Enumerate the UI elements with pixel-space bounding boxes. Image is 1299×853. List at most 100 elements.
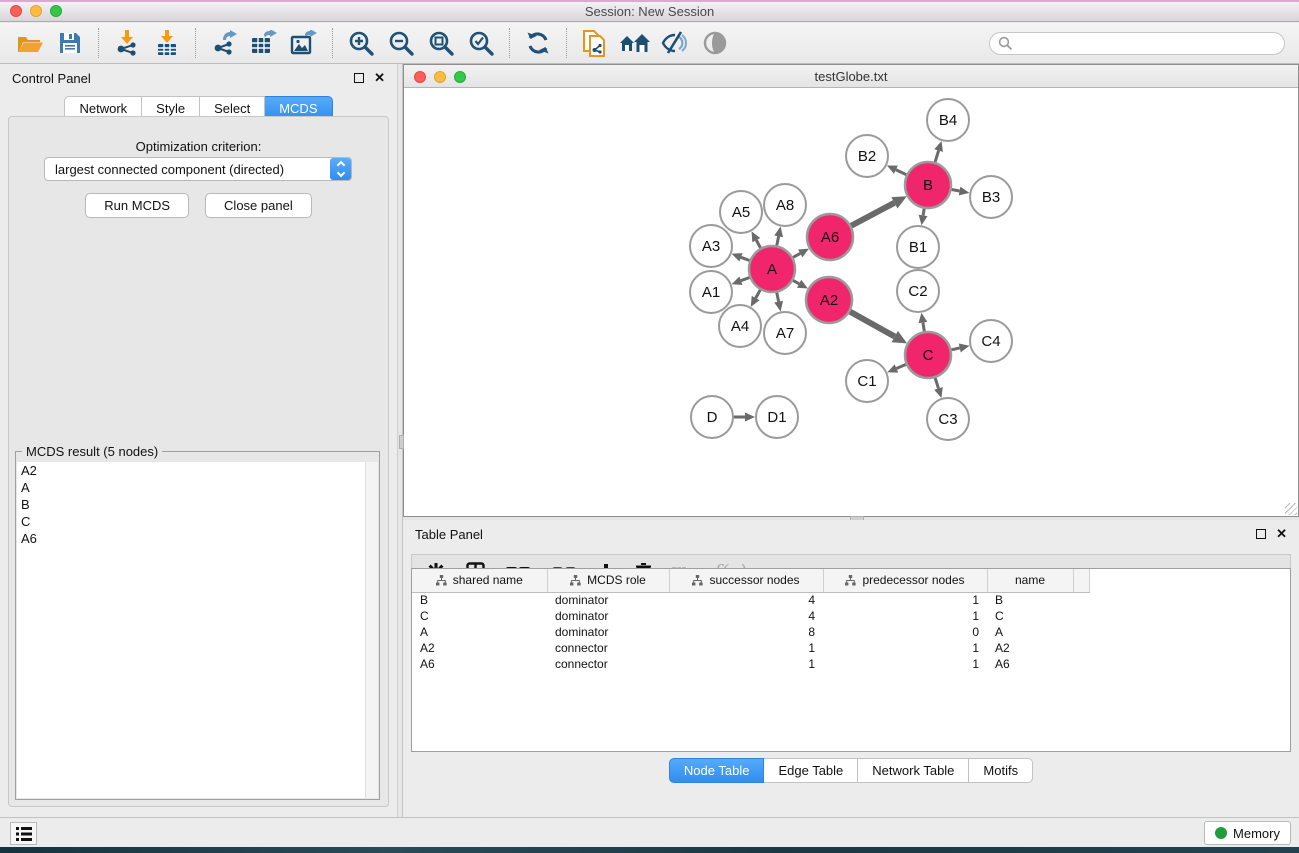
- memory-status-icon: [1215, 827, 1227, 839]
- node-A6[interactable]: A6: [807, 214, 853, 260]
- network-window-title-bar[interactable]: testGlobe.txt: [404, 65, 1298, 88]
- table-row[interactable]: A6connector11A6: [412, 656, 1089, 672]
- toolbar-separator: [566, 28, 567, 58]
- column-header[interactable]: name: [987, 569, 1073, 592]
- result-scrollbar[interactable]: [365, 462, 378, 798]
- export-network-icon[interactable]: [204, 26, 244, 60]
- home-view-icon[interactable]: [615, 26, 655, 60]
- control-panel-header: Control Panel ✕: [0, 64, 397, 92]
- table-row[interactable]: A2connector11A2: [412, 640, 1089, 656]
- edge-C-C3[interactable]: [934, 378, 943, 398]
- node-B[interactable]: B: [905, 162, 951, 208]
- node-D1[interactable]: D1: [756, 396, 798, 438]
- edge-B-B1[interactable]: [919, 209, 928, 226]
- search-box[interactable]: [989, 32, 1285, 55]
- edge-D-D1[interactable]: [734, 413, 755, 422]
- edge-A-A8[interactable]: [774, 227, 783, 246]
- import-table-icon[interactable]: [147, 26, 187, 60]
- export-image-icon[interactable]: [284, 26, 324, 60]
- save-session-icon[interactable]: [50, 26, 90, 60]
- open-file-icon[interactable]: [10, 26, 50, 60]
- edge-C-C4[interactable]: [951, 344, 969, 353]
- edge-A2-C[interactable]: [850, 312, 907, 344]
- edge-A-A5[interactable]: [752, 231, 761, 248]
- node-B2[interactable]: B2: [846, 135, 888, 177]
- left-scroll-handle[interactable]: [399, 435, 404, 449]
- edge-A-A4[interactable]: [751, 290, 760, 307]
- node-D[interactable]: D: [691, 396, 733, 438]
- zoom-fit-icon[interactable]: [421, 26, 461, 60]
- column-header[interactable]: MCDS role: [547, 569, 669, 592]
- edge-A-A2[interactable]: [793, 280, 808, 289]
- result-item[interactable]: A6: [17, 530, 378, 547]
- svg-text:A1: A1: [702, 284, 720, 301]
- edge-A-A6[interactable]: [793, 249, 809, 258]
- node-C[interactable]: C: [905, 332, 951, 378]
- export-table-icon[interactable]: [244, 26, 284, 60]
- edge-B-B2[interactable]: [887, 165, 906, 174]
- edge-A6-B[interactable]: [851, 196, 907, 226]
- node-A3[interactable]: A3: [690, 225, 732, 267]
- tab-edge-table[interactable]: Edge Table: [764, 758, 858, 783]
- memory-button[interactable]: Memory: [1204, 821, 1291, 845]
- edge-C-C2[interactable]: [918, 313, 927, 332]
- close-table-panel-icon[interactable]: ✕: [1276, 529, 1287, 539]
- edge-C-C1[interactable]: [887, 364, 906, 372]
- tab-node-table[interactable]: Node Table: [669, 758, 765, 783]
- node-A5[interactable]: A5: [720, 191, 762, 233]
- task-history-button[interactable]: [10, 822, 37, 845]
- close-panel-icon[interactable]: ✕: [374, 73, 385, 83]
- network-canvas[interactable]: B4 B2 B B3 A8A5 A6 A3 B1 A A1 C2 A2 A4A7 C4 C C1 C3 D D1: [404, 88, 1298, 516]
- import-network-icon[interactable]: [107, 26, 147, 60]
- column-header[interactable]: predecessor nodes: [823, 569, 987, 592]
- node-table[interactable]: shared nameMCDS rolesuccessor nodesprede…: [411, 568, 1291, 752]
- run-mcds-button[interactable]: Run MCDS: [85, 193, 189, 218]
- show-graphics-icon[interactable]: [695, 26, 735, 60]
- node-A1[interactable]: A1: [690, 271, 732, 313]
- table-row[interactable]: Cdominator41C: [412, 608, 1089, 624]
- svg-text:A3: A3: [702, 238, 720, 255]
- result-item[interactable]: C: [17, 513, 378, 530]
- edge-A-A1[interactable]: [732, 276, 750, 284]
- result-item[interactable]: A: [17, 479, 378, 496]
- edge-B-B4[interactable]: [934, 141, 943, 162]
- resize-grip-icon[interactable]: [1285, 503, 1297, 515]
- tab-motifs[interactable]: Motifs: [969, 758, 1033, 783]
- criterion-dropdown[interactable]: largest connected component (directed): [44, 157, 352, 181]
- table-row[interactable]: Adominator80A: [412, 624, 1089, 640]
- node-C4[interactable]: C4: [970, 320, 1012, 362]
- node-B1[interactable]: B1: [897, 226, 939, 268]
- zoom-in-icon[interactable]: [341, 26, 381, 60]
- float-table-panel-icon[interactable]: [1256, 529, 1266, 539]
- edge-B-B3[interactable]: [952, 187, 970, 196]
- node-A2[interactable]: A2: [806, 277, 852, 323]
- result-item[interactable]: B: [17, 496, 378, 513]
- column-header[interactable]: successor nodes: [669, 569, 823, 592]
- table-row[interactable]: Bdominator41B: [412, 592, 1089, 608]
- search-input[interactable]: [1013, 36, 1276, 50]
- zoom-selected-icon[interactable]: [461, 26, 501, 60]
- edge-A-A7[interactable]: [774, 293, 783, 312]
- node-C1[interactable]: C1: [846, 360, 888, 402]
- float-panel-icon[interactable]: [354, 73, 364, 83]
- svg-text:C: C: [923, 347, 934, 364]
- close-panel-button[interactable]: Close panel: [205, 193, 312, 218]
- node-A8[interactable]: A8: [764, 184, 806, 226]
- copy-network-icon[interactable]: [575, 26, 615, 60]
- node-B3[interactable]: B3: [970, 176, 1012, 218]
- hide-graphics-icon[interactable]: [655, 26, 695, 60]
- column-header[interactable]: shared name: [412, 569, 547, 592]
- mcds-result-list[interactable]: A2ABCA6: [17, 462, 378, 798]
- node-C3[interactable]: C3: [927, 398, 969, 440]
- node-A4[interactable]: A4: [719, 305, 761, 347]
- network-graph[interactable]: B4 B2 B B3 A8A5 A6 A3 B1 A A1 C2 A2 A4A7 C4 C C1 C3 D D1: [404, 88, 1298, 516]
- result-item[interactable]: A2: [17, 462, 378, 479]
- edge-A-A3[interactable]: [732, 253, 750, 261]
- node-B4[interactable]: B4: [927, 99, 969, 141]
- node-A7[interactable]: A7: [764, 312, 806, 354]
- tab-network-table[interactable]: Network Table: [858, 758, 969, 783]
- zoom-out-icon[interactable]: [381, 26, 421, 60]
- node-C2[interactable]: C2: [897, 270, 939, 312]
- node-A[interactable]: A: [749, 246, 795, 292]
- refresh-icon[interactable]: [518, 26, 558, 60]
